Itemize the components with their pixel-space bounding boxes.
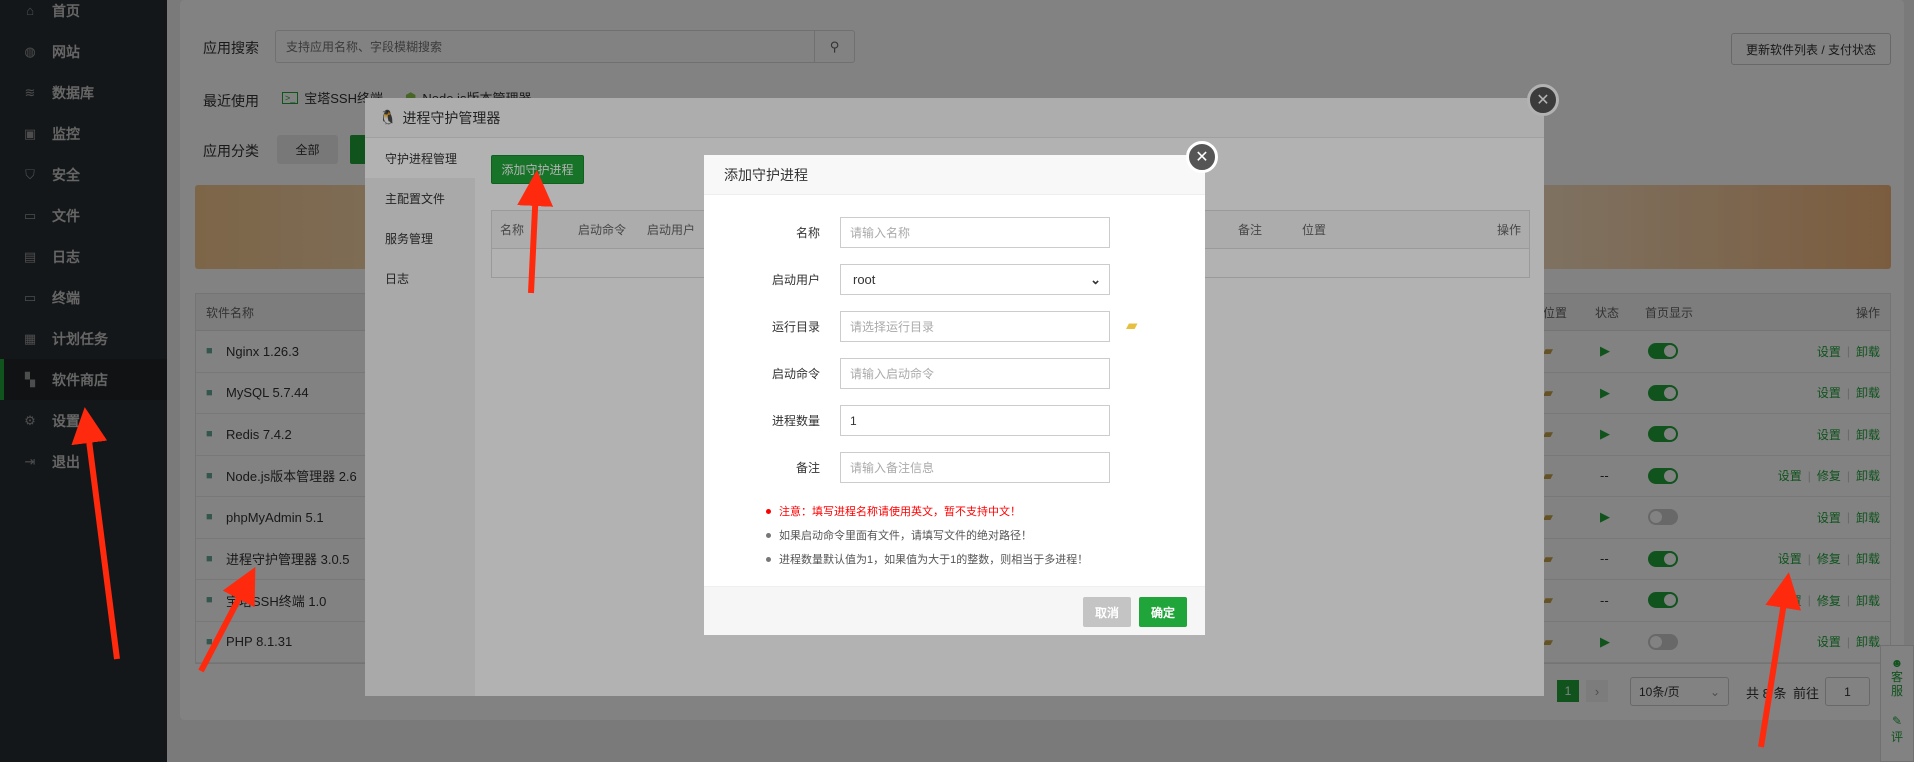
annotation-arrow — [71, 407, 120, 660]
annotation-arrow — [517, 170, 554, 294]
annotation-arrow — [1758, 572, 1801, 748]
annotation-arrows — [71, 170, 1801, 748]
annotation-arrow — [198, 567, 256, 673]
